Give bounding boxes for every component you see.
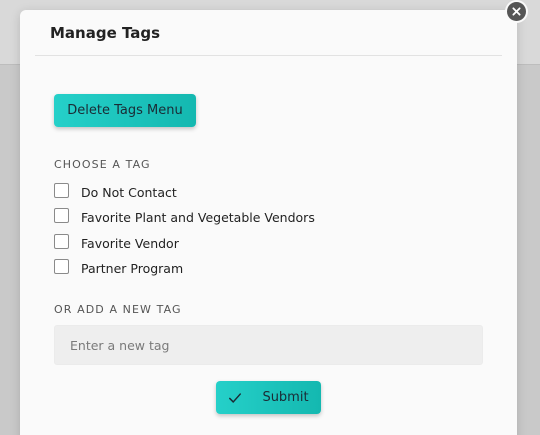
add-new-tag-label: OR ADD A NEW TAG <box>54 303 182 316</box>
check-icon <box>228 391 242 405</box>
header-divider <box>35 55 502 56</box>
tag-option[interactable]: Favorite Vendor <box>54 231 315 256</box>
tag-label: Partner Program <box>81 261 184 277</box>
submit-label: Submit <box>262 390 309 405</box>
tag-label: Favorite Plant and Vegetable Vendors <box>81 210 315 226</box>
tag-option[interactable]: Partner Program <box>54 256 315 281</box>
tag-option[interactable]: Favorite Plant and Vegetable Vendors <box>54 205 315 230</box>
modal-title: Manage Tags <box>50 24 161 42</box>
manage-tags-modal: Manage Tags Delete Tags Menu CHOOSE A TA… <box>20 10 517 435</box>
tag-checkbox[interactable] <box>54 259 69 275</box>
tag-list: Do Not Contact Favorite Plant and Vegeta… <box>54 180 315 281</box>
delete-tags-menu-button[interactable]: Delete Tags Menu <box>54 94 196 127</box>
close-icon[interactable] <box>507 2 526 21</box>
submit-button[interactable]: Submit <box>216 381 321 414</box>
tag-checkbox[interactable] <box>54 208 69 224</box>
new-tag-input[interactable] <box>54 325 483 365</box>
tag-label: Favorite Vendor <box>81 235 179 251</box>
tag-checkbox[interactable] <box>54 233 69 249</box>
choose-tag-label: CHOOSE A TAG <box>54 158 151 171</box>
tag-checkbox[interactable] <box>54 183 69 199</box>
tag-label: Do Not Contact <box>81 185 177 201</box>
tag-option[interactable]: Do Not Contact <box>54 180 315 205</box>
